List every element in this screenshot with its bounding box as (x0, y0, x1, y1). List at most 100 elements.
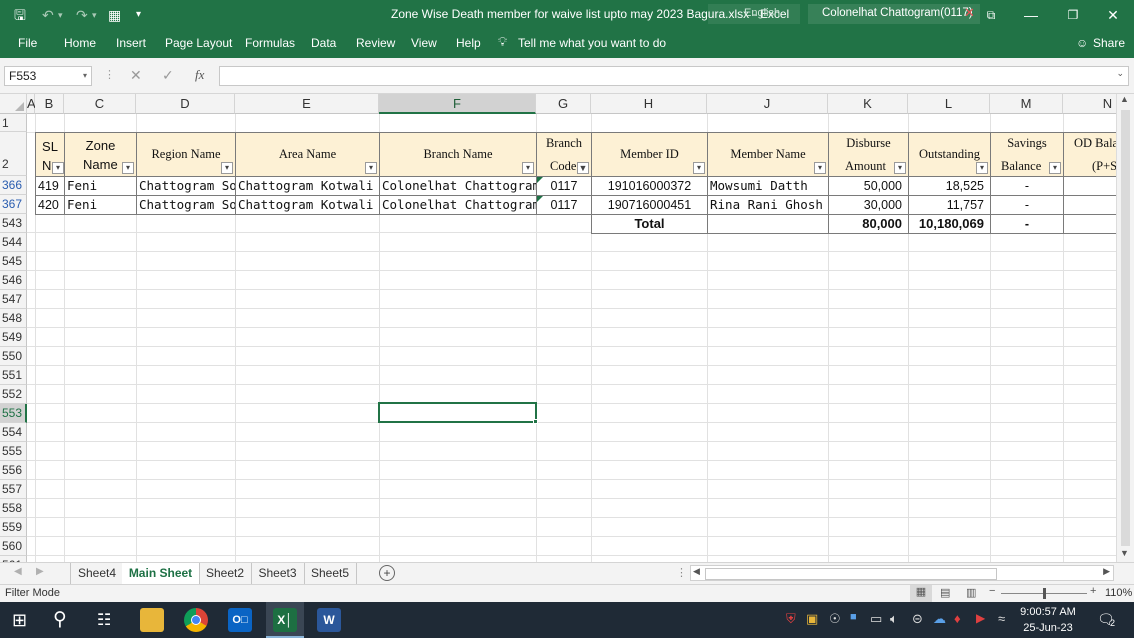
row-header-555[interactable]: 555 (0, 442, 27, 461)
cell-region[interactable]: Chattogram Sou (136, 195, 236, 215)
minimize-button[interactable]: — (1016, 5, 1046, 25)
cell-zone[interactable]: Feni (64, 176, 137, 196)
row-header-545[interactable]: 545 (0, 252, 27, 271)
row-header-552[interactable]: 552 (0, 385, 27, 404)
filter-dropdown-icon[interactable]: ▾ (814, 162, 826, 174)
header-od[interactable]: OD Bala (P+S (1063, 132, 1116, 177)
chevron-down-icon[interactable]: ▾ (83, 67, 87, 85)
cell-area[interactable]: Chattogram Kotwali (235, 195, 380, 215)
person-icon[interactable]: ☺ (1076, 36, 1088, 50)
cell-sl[interactable]: 420 (35, 195, 65, 215)
row-header-2[interactable]: 2 (0, 132, 27, 176)
tab-data[interactable]: Data (311, 36, 336, 50)
column-header-g[interactable]: G (536, 94, 591, 114)
zoom-slider-thumb[interactable] (1043, 588, 1046, 599)
horizontal-scroll-thumb[interactable] (705, 568, 997, 580)
search-icon[interactable]: ⚲ (53, 608, 67, 631)
normal-view-icon[interactable]: ▦ (910, 585, 932, 603)
sheet-tab-main-sheet[interactable]: Main Sheet (122, 563, 200, 586)
filter-dropdown-icon[interactable]: ▾ (52, 162, 64, 174)
filter-dropdown-icon[interactable]: ▾ (122, 162, 134, 174)
cell-od[interactable]: 1: (1063, 195, 1116, 215)
horizontal-scrollbar[interactable]: ◀ ▶ (690, 565, 1114, 581)
cancel-icon[interactable]: ✕ (130, 67, 142, 84)
header-zone[interactable]: Zone Name ▾ (64, 132, 137, 177)
row-header-546[interactable]: 546 (0, 271, 27, 290)
cell-savings[interactable]: - (990, 176, 1064, 196)
scroll-thumb[interactable] (1121, 110, 1130, 546)
sheet-tab-sheet4[interactable]: Sheet4 (70, 563, 124, 584)
total-label[interactable]: Total (591, 214, 708, 234)
header-outstanding[interactable]: Outstanding ▾ (908, 132, 991, 177)
prev-sheet-icon[interactable]: ◀ (14, 566, 22, 577)
column-header-e[interactable]: E (235, 94, 379, 114)
cloud-icon[interactable]: ☁ (933, 611, 946, 627)
tell-me-search[interactable]: Tell me what you want to do (518, 36, 666, 50)
cell-code[interactable]: 0117 (536, 176, 592, 196)
filter-dropdown-icon[interactable]: ▾ (365, 162, 377, 174)
next-sheet-icon[interactable]: ▶ (36, 566, 44, 577)
row-header-544[interactable]: 544 (0, 233, 27, 252)
clock[interactable]: 9:00:57 AM 25-Jun-23 (1016, 604, 1080, 636)
row-header-560[interactable]: 560 (0, 537, 27, 556)
cell-outstanding[interactable]: 18,525 (908, 176, 991, 196)
row-header-547[interactable]: 547 (0, 290, 27, 309)
tray-location-icon[interactable]: ☉ (829, 611, 841, 627)
filter-dropdown-icon[interactable]: ▾ (221, 162, 233, 174)
row-header-551[interactable]: 551 (0, 366, 27, 385)
header-area[interactable]: Area Name ▾ (235, 132, 380, 177)
volume-icon[interactable]: 🔈︎ (890, 611, 898, 627)
filter-dropdown-icon[interactable]: ▾ (693, 162, 705, 174)
tray-outlook-icon[interactable]: ■ (850, 611, 857, 623)
scroll-left-icon[interactable]: ◀ (693, 566, 700, 577)
undo-dropdown-icon[interactable]: ▾ (58, 6, 63, 24)
tab-help[interactable]: Help (456, 36, 481, 50)
redo-dropdown-icon[interactable]: ▾ (92, 6, 97, 24)
cell-zone[interactable]: Feni (64, 195, 137, 215)
tab-page-layout[interactable]: Page Layout (165, 36, 232, 50)
cell-member-id[interactable]: 191016000372 (591, 176, 708, 196)
filter-dropdown-icon[interactable]: ▾ (522, 162, 534, 174)
total-member-name-cell[interactable] (707, 214, 829, 234)
cell-member-id[interactable]: 190716000451 (591, 195, 708, 215)
tray-media-icon[interactable]: ▶ (976, 611, 985, 625)
cell-sl[interactable]: 419 (35, 176, 65, 196)
security-tray-icon[interactable]: ⛨ (786, 611, 796, 627)
sheet-tab-sheet5[interactable]: Sheet5 (304, 563, 357, 584)
tray-red-icon[interactable]: ♦ (954, 611, 961, 626)
header-disburse[interactable]: Disburse Amount ▾ (828, 132, 909, 177)
zoom-level[interactable]: 110% (1105, 587, 1132, 599)
column-header-l[interactable]: L (908, 94, 990, 114)
restore-button[interactable]: ❐ (1058, 5, 1088, 25)
header-member-id[interactable]: Member ID ▾ (591, 132, 708, 177)
outlook-icon[interactable]: O□ (228, 608, 252, 632)
cell-outstanding[interactable]: 11,757 (908, 195, 991, 215)
page-break-view-icon[interactable]: ▥ (966, 586, 976, 599)
worksheet-grid[interactable]: A B C D E F G H J K L M N 1 2 366 367 54… (0, 94, 1116, 562)
row-header-548[interactable]: 548 (0, 309, 27, 328)
column-header-k[interactable]: K (828, 94, 908, 114)
row-header-559[interactable]: 559 (0, 518, 27, 537)
total-disburse[interactable]: 80,000 (828, 214, 909, 234)
column-header-m[interactable]: M (990, 94, 1063, 114)
row-header-543[interactable]: 543 (0, 214, 27, 233)
row-header-556[interactable]: 556 (0, 461, 27, 480)
filter-dropdown-icon[interactable]: ▾ (976, 162, 988, 174)
lightbulb-icon[interactable]: 💡︎ (498, 34, 507, 50)
row-header-550[interactable]: 550 (0, 347, 27, 366)
cell-branch[interactable]: Colonelhat Chattogram (379, 176, 537, 196)
filter-active-icon[interactable]: ▼ (577, 162, 589, 174)
cell-member-name[interactable]: Mowsumi Datth (707, 176, 829, 196)
tab-home[interactable]: Home (64, 36, 96, 50)
filter-dropdown-icon[interactable]: ▾ (1049, 162, 1061, 174)
row-header-549[interactable]: 549 (0, 328, 27, 347)
column-header-c[interactable]: C (64, 94, 136, 114)
total-outstanding[interactable]: 10,180,069 (908, 214, 991, 234)
zoom-in-icon[interactable]: + (1090, 585, 1096, 597)
scroll-right-icon[interactable]: ▶ (1103, 566, 1110, 577)
header-branch[interactable]: Branch Name ▾ (379, 132, 537, 177)
total-od[interactable]: 1 (1063, 214, 1116, 234)
add-sheet-icon[interactable]: + (379, 565, 395, 581)
row-header-367[interactable]: 367 (0, 195, 27, 214)
column-header-b[interactable]: B (35, 94, 64, 114)
